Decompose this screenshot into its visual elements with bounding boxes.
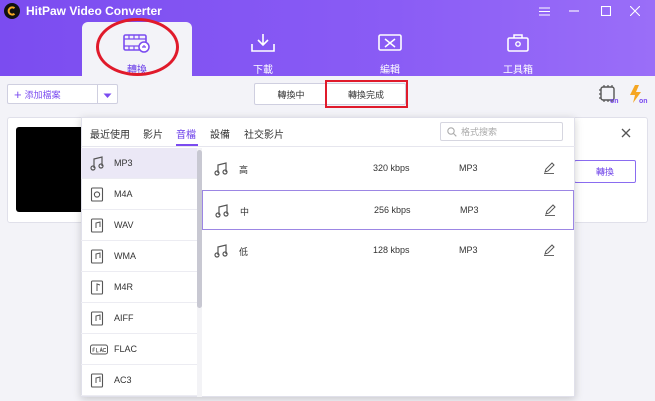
format-list: MP3 M4A WAV WMA M4R AIFF FLAC AC3: [81, 148, 197, 397]
maximize-icon[interactable]: [595, 2, 617, 20]
quality-format: MP3: [459, 163, 478, 173]
format-item-mp3[interactable]: MP3: [81, 148, 197, 179]
m4r-file-icon: [90, 280, 104, 295]
add-file-label: 添加檔案: [24, 89, 61, 100]
format-item-ac3[interactable]: AC3: [81, 365, 197, 396]
segment-converted[interactable]: 轉換完成: [326, 83, 406, 105]
divider: [97, 85, 98, 103]
format-name: WMA: [114, 251, 136, 261]
close-window-icon[interactable]: [624, 2, 646, 20]
tab-audio[interactable]: 音檔: [176, 126, 196, 141]
flac-badge-icon: [90, 342, 108, 357]
search-icon: [447, 126, 457, 137]
format-name: MP3: [114, 158, 133, 168]
format-name: M4R: [114, 282, 134, 292]
title-bar: HitPaw Video Converter: [0, 0, 655, 22]
download-tray-icon: [249, 32, 277, 57]
music-note-icon: [214, 244, 228, 261]
wma-file-icon: [90, 249, 104, 264]
tab-convert[interactable]: 轉換: [82, 22, 192, 76]
format-name: FLAC: [114, 344, 138, 354]
edit-pencil-icon[interactable]: [544, 204, 556, 219]
tab-toolbox-label: 工具箱: [503, 65, 533, 76]
quality-row-low[interactable]: 低 128 kbps MP3: [202, 231, 574, 271]
format-name: AC3: [114, 375, 132, 385]
plus-icon: +: [14, 86, 22, 102]
quality-name: 中: [240, 207, 250, 217]
ac3-file-icon: [90, 373, 104, 388]
format-item-m4r[interactable]: M4R: [81, 272, 197, 303]
quality-format: MP3: [460, 205, 479, 215]
hamburger-menu-icon[interactable]: [533, 2, 555, 20]
tab-device[interactable]: 設備: [210, 126, 230, 141]
tab-download[interactable]: 下載: [208, 22, 318, 76]
format-item-flac[interactable]: FLAC: [81, 334, 197, 365]
app-title: HitPaw Video Converter: [26, 4, 162, 18]
format-item-wav[interactable]: WAV: [81, 210, 197, 241]
app-logo: [4, 3, 20, 19]
chevron-down-icon[interactable]: [103, 90, 112, 102]
gpu-acceleration-icon[interactable]: on: [598, 84, 620, 107]
format-search-input[interactable]: 格式搜索: [440, 122, 563, 141]
svg-text:on: on: [639, 98, 648, 104]
quality-row-medium[interactable]: 中 256 kbps MP3: [202, 190, 574, 230]
add-file-button[interactable]: + 添加檔案: [7, 84, 118, 104]
lightning-icon[interactable]: on: [627, 84, 649, 107]
format-item-m4a[interactable]: M4A: [81, 179, 197, 210]
tab-social-video[interactable]: 社交影片: [244, 126, 284, 141]
edit-scissors-icon: [376, 32, 404, 57]
segment-converting[interactable]: 轉換中: [254, 83, 328, 105]
tab-video[interactable]: 影片: [143, 126, 163, 141]
tab-edit-label: 編輯: [380, 65, 400, 76]
edit-pencil-icon[interactable]: [543, 244, 555, 259]
minimize-icon[interactable]: [563, 2, 585, 20]
tab-edit[interactable]: 編輯: [335, 22, 445, 76]
convert-film-icon: [122, 32, 152, 57]
tab-recent[interactable]: 最近使用: [90, 126, 130, 141]
app-window: HitPaw Video Converter 轉換 下載 編輯 工具箱 + 添加…: [0, 0, 655, 401]
video-thumbnail[interactable]: [16, 127, 86, 212]
quality-bitrate: 320 kbps: [373, 163, 410, 173]
convert-button[interactable]: 轉換: [574, 160, 636, 183]
toolbox-icon: [504, 32, 532, 57]
quality-bitrate: 256 kbps: [374, 205, 411, 215]
edit-pencil-icon[interactable]: [543, 162, 555, 177]
quality-name: 高: [239, 165, 249, 175]
format-name: AIFF: [114, 313, 134, 323]
music-note-icon: [214, 162, 228, 179]
quality-row-high[interactable]: 高 320 kbps MP3: [202, 149, 574, 189]
music-note-icon: [215, 204, 229, 221]
tab-toolbox[interactable]: 工具箱: [463, 22, 573, 76]
m4a-file-icon: [90, 187, 104, 202]
quality-bitrate: 128 kbps: [373, 245, 410, 255]
tab-convert-label: 轉換: [127, 65, 147, 76]
format-name: WAV: [114, 220, 134, 230]
quality-name: 低: [239, 247, 249, 257]
format-item-wma[interactable]: WMA: [81, 241, 197, 272]
format-name: M4A: [114, 189, 133, 199]
quality-format: MP3: [459, 245, 478, 255]
main-nav: 轉換 下載 編輯 工具箱: [0, 22, 655, 76]
music-note-icon: [90, 156, 104, 171]
svg-text:on: on: [610, 98, 619, 104]
tab-download-label: 下載: [253, 65, 273, 76]
search-placeholder: 格式搜索: [461, 127, 498, 137]
wav-file-icon: [90, 218, 104, 233]
format-item-aiff[interactable]: AIFF: [81, 303, 197, 334]
active-tab-indicator: [176, 144, 198, 146]
aiff-file-icon: [90, 311, 104, 326]
close-icon[interactable]: [621, 128, 631, 141]
